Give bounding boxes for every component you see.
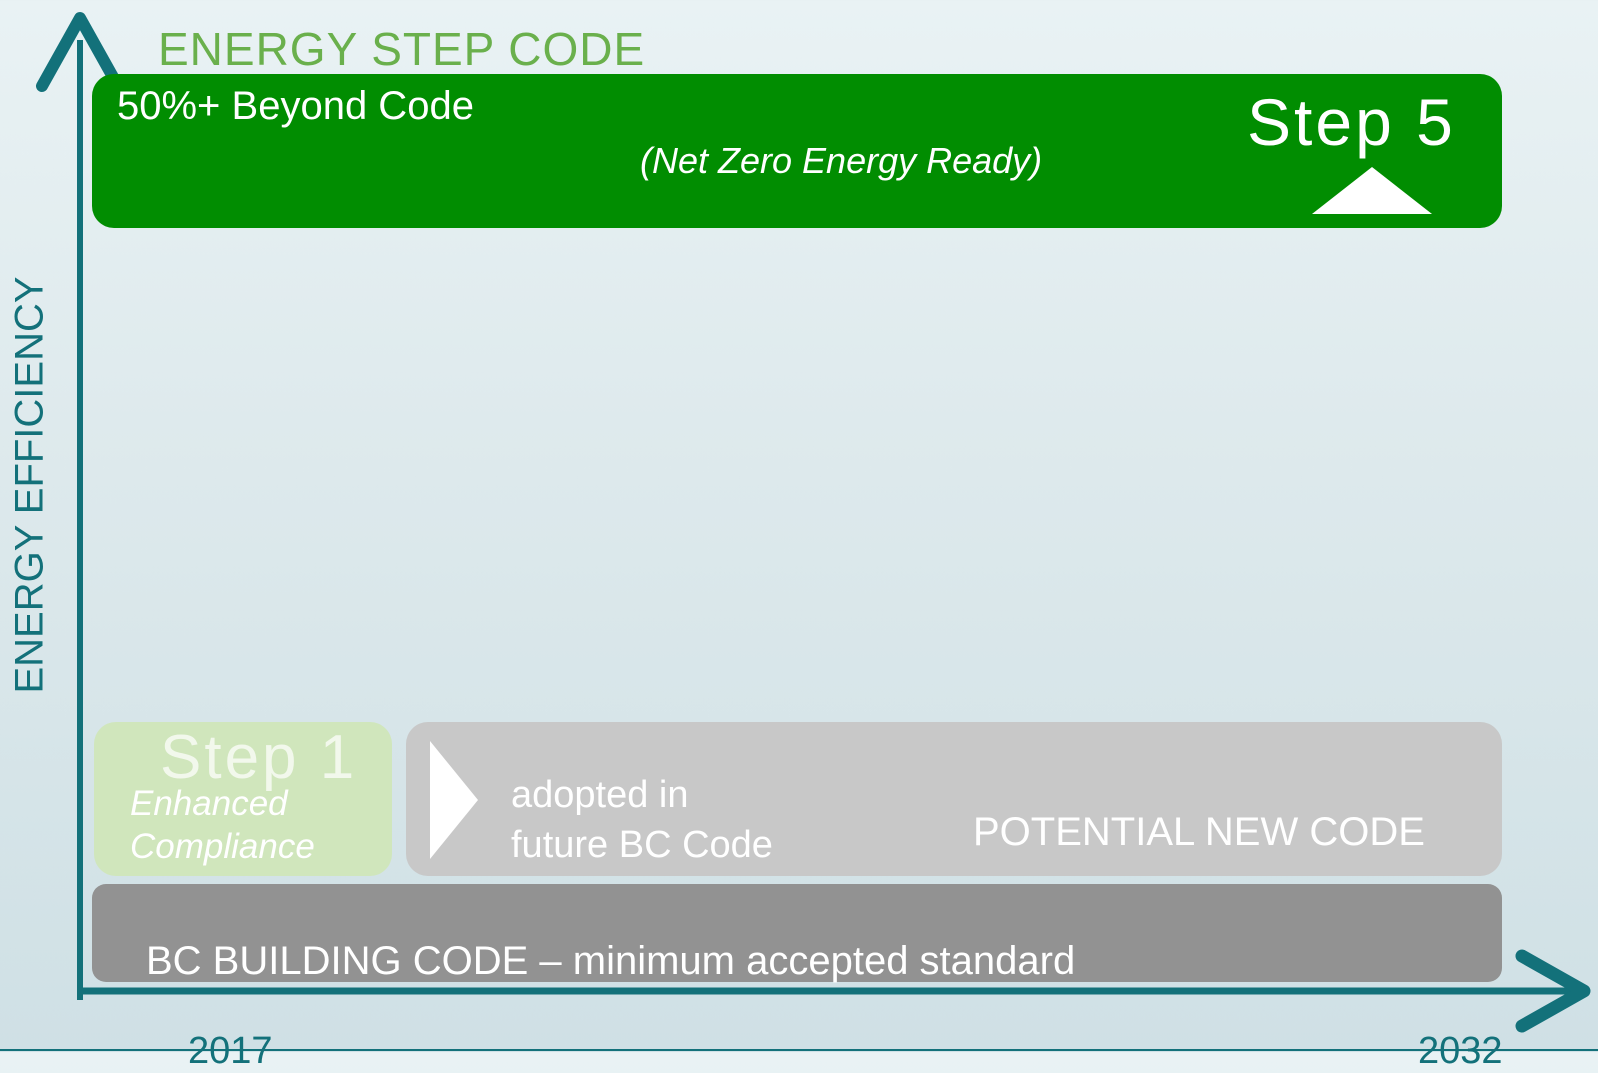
step1-box: Step 1 Enhanced Compliance — [94, 722, 392, 876]
building-code-box: BC BUILDING CODE – minimum accepted stan… — [92, 884, 1502, 983]
potential-new-code-label: POTENTIAL NEW CODE — [973, 810, 1425, 854]
y-axis-label: ENERGY EFFICIENCY — [7, 276, 52, 694]
step5-description: 50%+ Beyond Code — [117, 84, 474, 128]
building-code-label: BC BUILDING CODE – minimum accepted stan… — [146, 939, 1076, 983]
step5-subtitle: (Net Zero Energy Ready) — [640, 140, 1043, 181]
step5-triangle-icon — [1312, 167, 1432, 214]
potential-new-code-box: adopted in future BC Code POTENTIAL NEW … — [406, 722, 1502, 876]
step5-label: Step 5 — [1247, 85, 1456, 159]
step1-subtitle: Enhanced Compliance — [130, 784, 315, 866]
diagram-title: ENERGY STEP CODE — [158, 23, 646, 75]
chevron-right-icon — [430, 741, 478, 859]
step5-box: 50%+ Beyond Code (Net Zero Energy Ready)… — [92, 74, 1502, 228]
adopted-text: adopted in future BC Code — [511, 774, 773, 866]
